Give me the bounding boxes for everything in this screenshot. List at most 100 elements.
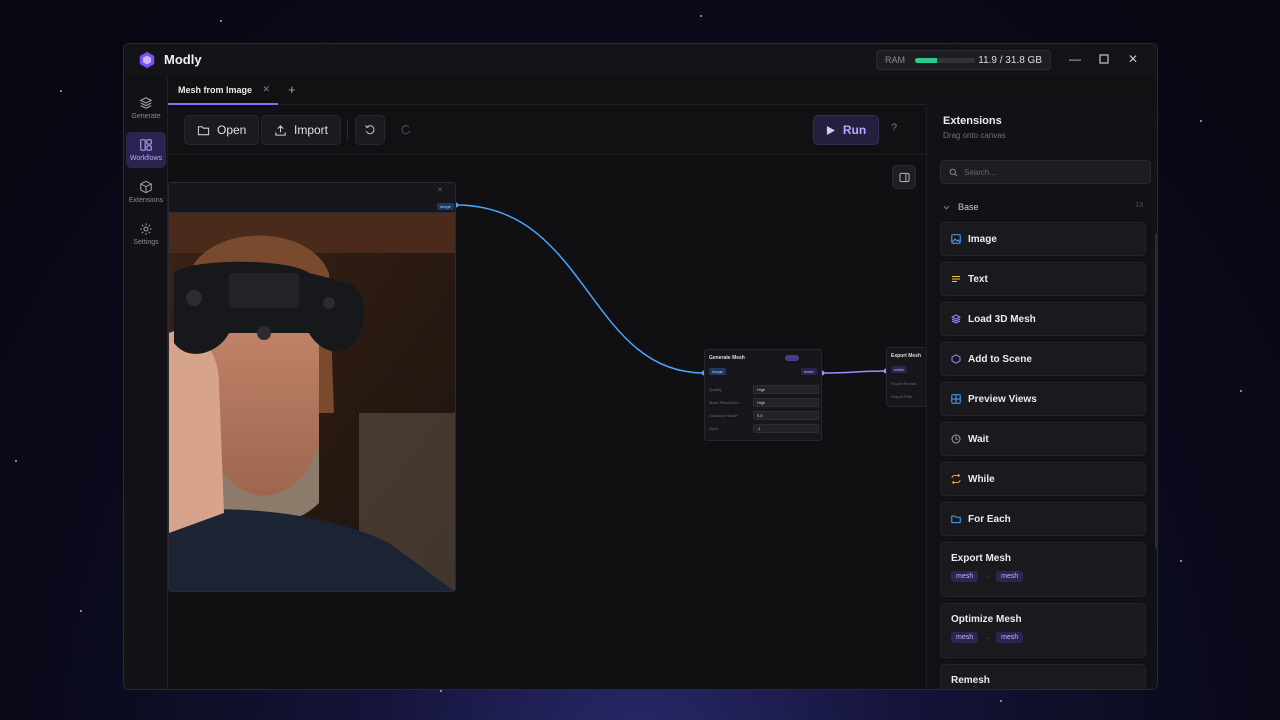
- seed-label: Seed: [709, 426, 719, 431]
- extension-label: Text: [968, 273, 988, 285]
- section-label: Base: [958, 202, 979, 212]
- import-button[interactable]: Import: [261, 115, 342, 145]
- output-type-chip: mesh: [996, 571, 1024, 582]
- sidebar-panel-icon: [898, 172, 910, 182]
- extension-image[interactable]: Image: [940, 222, 1146, 256]
- extensions-title: Extensions: [943, 115, 1002, 127]
- extension-for-each[interactable]: For Each: [940, 502, 1146, 536]
- modly-logo-icon: [139, 51, 155, 69]
- search-icon: [949, 168, 958, 176]
- folder-icon: [197, 125, 210, 135]
- run-label: Run: [842, 123, 867, 137]
- extension-add-to-scene[interactable]: Add to Scene: [940, 342, 1146, 376]
- redo-icon: [401, 125, 411, 135]
- extension-remesh[interactable]: Remesh: [940, 664, 1146, 689]
- tab-bar: Mesh from Image ✕ +: [168, 76, 926, 105]
- folder-icon: [951, 515, 961, 524]
- search-input[interactable]: [964, 167, 1134, 177]
- nav-workflows[interactable]: Workflows: [126, 132, 166, 168]
- extension-optimize-mesh[interactable]: Optimize Mesh mesh → mesh: [940, 603, 1146, 658]
- open-button[interactable]: Open: [184, 115, 260, 145]
- tab-mesh-from-image[interactable]: Mesh from Image ✕: [168, 76, 278, 105]
- stack-icon: [951, 314, 961, 324]
- extension-label: Optimize Mesh: [951, 614, 1022, 625]
- ram-value: 11.9 / 31.8 GB: [978, 54, 1042, 66]
- toggle-panel-button[interactable]: [892, 165, 916, 189]
- maximize-icon[interactable]: [1097, 52, 1111, 66]
- nav-extensions[interactable]: Extensions: [126, 174, 166, 210]
- image-node[interactable]: ✕ image: [168, 182, 456, 592]
- extension-label: Remesh: [951, 675, 990, 686]
- arrow-right-icon: →: [984, 573, 991, 580]
- upload-icon: [275, 124, 286, 136]
- guidance-scale-input[interactable]: 5.5: [753, 411, 819, 420]
- output-type-chip: mesh: [996, 632, 1024, 643]
- undo-button[interactable]: [355, 115, 385, 145]
- extension-export-mesh[interactable]: Export Mesh mesh → mesh: [940, 542, 1146, 597]
- extensions-scrollbar[interactable]: [1155, 233, 1157, 549]
- extension-wait[interactable]: Wait: [940, 422, 1146, 456]
- port-chips: mesh → mesh: [951, 632, 1145, 643]
- arrow-right-icon: →: [984, 634, 991, 641]
- extension-preview-views[interactable]: Preview Views: [940, 382, 1146, 416]
- export-node-title: Export Mesh: [891, 353, 922, 359]
- nav-settings-label: Settings: [133, 239, 159, 246]
- export-format-label: Export Format: [891, 381, 917, 386]
- generate-mesh-node[interactable]: Generate Mesh image mesh Quality High Me…: [704, 349, 822, 441]
- extension-label: Preview Views: [968, 393, 1037, 405]
- close-node-icon[interactable]: ✕: [437, 186, 443, 194]
- mesh-resolution-select[interactable]: High: [753, 398, 819, 407]
- extension-label: Export Mesh: [951, 553, 1012, 564]
- ram-usage-bar: [915, 57, 975, 63]
- ram-indicator: RAM 11.9 / 31.8 GB: [876, 50, 1051, 70]
- title-bar: Modly RAM 11.9 / 31.8 GB — ✕: [124, 44, 1157, 76]
- grid-icon: [951, 394, 961, 404]
- nav-generate-label: Generate: [131, 113, 161, 120]
- quality-label: Quality: [709, 387, 722, 392]
- workflow-icon: [140, 139, 152, 151]
- input-type-chip: mesh: [951, 571, 979, 582]
- app-window: Modly RAM 11.9 / 31.8 GB — ✕ Generate Wo…: [123, 43, 1158, 690]
- export-mesh-node[interactable]: Export Mesh mesh Export Format Output Pa…: [886, 347, 926, 407]
- nav-settings[interactable]: Settings: [126, 216, 166, 252]
- export-input-port[interactable]: mesh: [891, 366, 907, 373]
- redo-button[interactable]: [391, 115, 421, 145]
- extensions-search[interactable]: [940, 160, 1151, 184]
- image-node-header: ✕ image: [169, 183, 455, 213]
- workflow-canvas[interactable]: ✕ image Generate Mesh image mesh Quality…: [168, 155, 926, 689]
- loop-icon: [951, 474, 961, 484]
- extension-load-3d-mesh[interactable]: Load 3D Mesh: [940, 302, 1146, 336]
- open-label: Open: [217, 123, 247, 137]
- connection-generate-to-export: [821, 370, 887, 374]
- generate-output-port[interactable]: mesh: [801, 368, 817, 375]
- nav-extensions-label: Extensions: [128, 197, 164, 204]
- image-output-port[interactable]: image: [437, 203, 454, 210]
- output-path-label: Output Path: [891, 394, 913, 399]
- app-title: Modly: [164, 52, 202, 67]
- quality-select[interactable]: High: [753, 385, 819, 394]
- help-button[interactable]: ?: [891, 122, 897, 134]
- close-window-icon[interactable]: ✕: [1126, 52, 1140, 66]
- add-tab-icon[interactable]: +: [288, 82, 296, 97]
- workflow-toolbar: Open Import Run ?: [168, 105, 926, 155]
- import-label: Import: [294, 123, 329, 137]
- extensions-subtitle: Drag onto canvas: [943, 131, 1006, 140]
- seed-input[interactable]: -1: [753, 424, 819, 433]
- nav-generate[interactable]: Generate: [126, 90, 166, 126]
- close-tab-icon[interactable]: ✕: [262, 84, 270, 95]
- extension-text[interactable]: Text: [940, 262, 1146, 296]
- minimize-icon[interactable]: —: [1068, 52, 1082, 66]
- clock-icon: [951, 434, 961, 444]
- undo-icon: [365, 125, 375, 135]
- node-toggle[interactable]: [785, 355, 799, 361]
- section-count: 13: [1135, 202, 1143, 209]
- generate-node-title: Generate Mesh: [709, 355, 745, 361]
- layers-icon: [139, 97, 153, 109]
- generate-input-port[interactable]: image: [709, 368, 726, 375]
- extension-while[interactable]: While: [940, 462, 1146, 496]
- text-icon: [952, 276, 960, 282]
- run-button[interactable]: Run: [813, 115, 879, 145]
- section-base[interactable]: Base 13: [943, 202, 1143, 212]
- port-chips: mesh → mesh: [951, 571, 1145, 582]
- left-nav-rail: Generate Workflows Extensions Settings: [124, 76, 168, 689]
